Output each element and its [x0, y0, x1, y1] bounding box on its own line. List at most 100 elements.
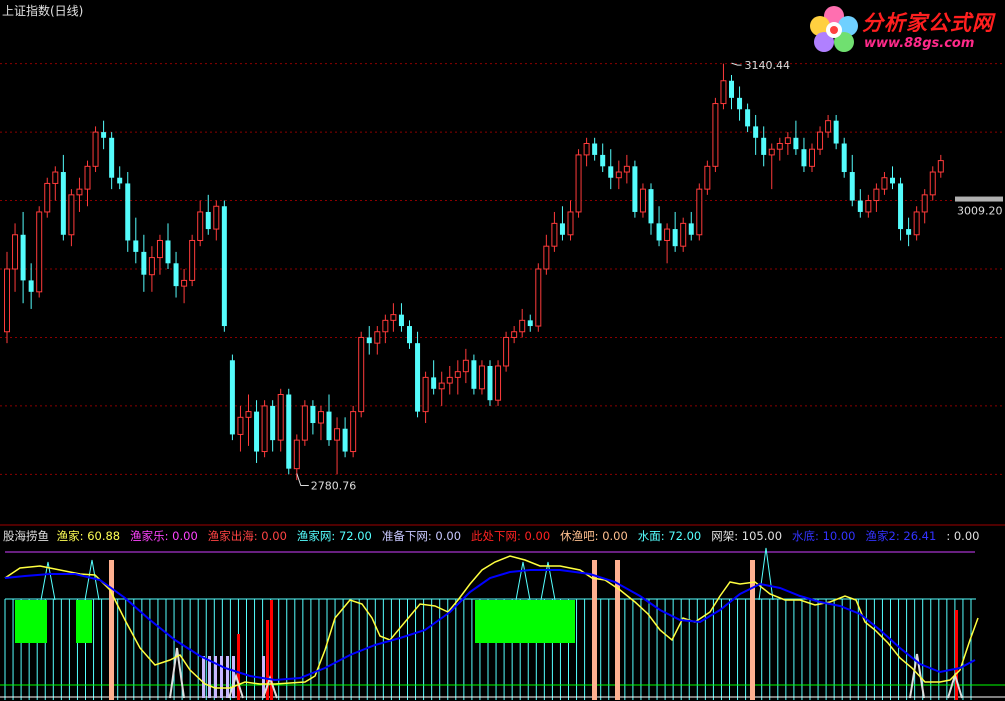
candle-body [784, 137, 791, 145]
candle-body [937, 160, 944, 173]
legend-item: 此处下网: 0.00 [471, 529, 550, 543]
rest-bar [615, 560, 620, 700]
candle-body [890, 177, 895, 184]
candle-body [865, 200, 872, 213]
candle-body [664, 228, 671, 241]
candle-body [221, 206, 227, 327]
legend-separator: : [815, 529, 823, 543]
chart-title: 上证指数(日线) [2, 4, 84, 18]
candle-body [390, 314, 397, 321]
candle-body [688, 223, 694, 235]
candle-body [672, 229, 678, 247]
candle-body [696, 188, 703, 236]
candle-body [495, 365, 502, 401]
candle-body [462, 359, 469, 373]
candle-body [317, 411, 324, 424]
candle-body [623, 165, 630, 173]
candle-body [656, 223, 662, 241]
candle-body [817, 131, 824, 150]
candle-body [519, 319, 526, 333]
candle-body [745, 109, 751, 127]
legend-value: 10.00 [822, 529, 856, 543]
fish-peak [540, 561, 556, 601]
candle-body [543, 245, 550, 270]
candle-body [881, 177, 888, 190]
candle-body [857, 200, 863, 212]
legend-label: 休渔吧 [560, 529, 595, 543]
legend-label: 网架 [711, 529, 735, 543]
low-pointer [296, 473, 309, 486]
candle-body [680, 222, 687, 247]
candle-body [801, 149, 807, 167]
rest-bar [109, 560, 114, 700]
current-price-label: 3009.20 [957, 205, 1003, 218]
candle-body [334, 428, 341, 441]
legend-value: 0.00 [435, 529, 462, 543]
legend-label: 此处下网 [471, 529, 518, 543]
candle-body [398, 314, 404, 327]
candle-body [809, 148, 815, 167]
legend-item: 水面: 72.00 [638, 529, 701, 543]
candle-body [873, 188, 880, 202]
candle-body [301, 405, 308, 441]
ready-bar [226, 656, 229, 698]
legend-item: 水底: 10.00 [792, 529, 855, 543]
candle-body [76, 188, 83, 196]
candle-body [173, 263, 179, 287]
legend-label: 水底 [792, 529, 816, 543]
legend-item: 休渔吧: 0.00 [560, 529, 628, 543]
stock-chart[interactable]: 3140.44 2780.76 3009.20 [0, 0, 1005, 701]
candle-body [148, 257, 155, 276]
ready-bar [202, 656, 205, 698]
ready-bar [220, 656, 223, 698]
legend-separator: : [517, 529, 525, 543]
fish-peak [515, 561, 531, 601]
candle-body [422, 376, 429, 413]
legend-label: 渔家 [56, 529, 80, 543]
legend-label: 水面 [637, 529, 661, 543]
candle-body [229, 360, 235, 435]
candle-body [737, 97, 743, 110]
candle-body [342, 428, 348, 452]
candle-body [833, 120, 839, 144]
candle-body [197, 211, 204, 241]
legend-value: 0.00 [953, 529, 980, 543]
flower-logo-icon [810, 6, 858, 52]
candle-body [237, 416, 244, 435]
candle-body [310, 405, 316, 424]
candle-body [181, 279, 188, 287]
candle-body [913, 211, 920, 236]
candle-body [12, 234, 19, 270]
candle-body [407, 326, 412, 344]
legend-value: 60.88 [87, 529, 121, 543]
candle-body [511, 331, 518, 338]
candle-body [575, 154, 582, 213]
candle-body [761, 137, 767, 155]
candle-body [374, 331, 381, 344]
candle-body [753, 126, 759, 138]
candle-body [471, 360, 477, 389]
candle-body [600, 154, 606, 167]
candle-body [446, 376, 453, 384]
candle-body [592, 143, 598, 155]
candle-body [567, 211, 574, 236]
candle-body [478, 365, 485, 390]
candle-body [841, 143, 847, 173]
candle-body [189, 239, 196, 281]
legend-item: 渔家乐: 0.00 [130, 529, 198, 543]
candle-body [358, 336, 365, 413]
legend-value: 0.00 [524, 529, 551, 543]
fish-block [15, 600, 47, 643]
candle-body [286, 394, 292, 469]
candle-body [929, 171, 936, 196]
candle-body [712, 103, 719, 167]
legend-separator: : [946, 529, 954, 543]
legend-item: : 0.00 [946, 529, 979, 543]
candle-body [527, 320, 533, 327]
candle-body [366, 337, 372, 344]
legend-item: 渔家出海: 0.00 [208, 529, 287, 543]
indicator-name: 股海捞鱼 [3, 529, 49, 543]
candle-body [270, 405, 276, 441]
candle-body [849, 172, 855, 201]
site-logo: 分析家公式网 www.88gs.com [806, 2, 1002, 56]
